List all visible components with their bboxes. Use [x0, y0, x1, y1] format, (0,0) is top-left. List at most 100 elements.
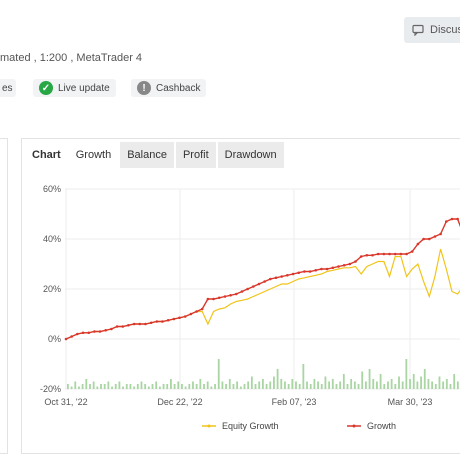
volume-bar: [276, 369, 279, 389]
growth-point: [149, 321, 153, 325]
volume-bar: [243, 384, 246, 389]
legend-label: Growth: [367, 421, 396, 431]
volume-bar: [74, 381, 77, 389]
volume-bar: [239, 386, 242, 389]
volume-bar: [250, 376, 253, 389]
volume-bar: [181, 384, 183, 389]
y-tick-label: -20%: [40, 384, 61, 394]
growth-point: [64, 337, 68, 341]
volume-bar: [291, 379, 294, 389]
tab-drawdown[interactable]: Drawdown: [217, 142, 284, 168]
volume-bar: [210, 386, 213, 389]
volume-bar: [449, 384, 452, 389]
volume-bar: [394, 384, 397, 389]
volume-bar: [217, 359, 220, 389]
volume-bar: [70, 386, 73, 389]
volume-bar: [140, 381, 143, 389]
growth-point: [427, 237, 431, 241]
volume-bar: [129, 384, 132, 389]
volume-bar: [320, 384, 323, 389]
volume-bar: [96, 386, 99, 389]
volume-bar: [372, 379, 375, 389]
growth-point: [161, 320, 164, 323]
volume-bar: [247, 381, 250, 389]
volume-bar: [81, 384, 84, 389]
volume-bar: [390, 379, 393, 389]
growth-point: [269, 277, 272, 281]
y-tick-label: 60%: [43, 184, 61, 194]
cashback-badge[interactable]: ! Cashback: [131, 79, 207, 97]
volume-bar: [295, 381, 297, 389]
growth-point: [246, 287, 249, 291]
volume-bar: [416, 381, 419, 389]
volume-bar: [107, 381, 110, 389]
volume-bar: [206, 381, 209, 389]
volume-bar: [379, 374, 382, 389]
volume-bar: [357, 384, 360, 389]
volume-bar: [144, 384, 147, 389]
volume-bar: [273, 376, 275, 389]
features-badge[interactable]: es: [0, 79, 16, 97]
volume-bar: [434, 384, 437, 389]
volume-bar: [280, 379, 283, 389]
volume-bar: [317, 381, 319, 389]
volume-bar: [111, 386, 113, 389]
tab-profit[interactable]: Profit: [175, 142, 216, 168]
legend-marker: [207, 424, 211, 428]
volume-bar: [361, 371, 364, 389]
growth-point: [110, 327, 113, 331]
volume-bar: [335, 384, 338, 389]
growth-point: [104, 328, 108, 332]
comment-icon: [412, 24, 424, 36]
growth-point: [422, 237, 425, 241]
volume-bar: [398, 376, 400, 389]
volume-bar: [166, 384, 169, 389]
growth-point: [359, 255, 363, 258]
volume-bar: [114, 384, 117, 389]
growth-point: [189, 312, 193, 316]
volume-bar: [85, 379, 88, 389]
growth-point: [166, 318, 170, 322]
volume-bar: [412, 374, 415, 389]
volume-bar: [376, 381, 378, 389]
growth-point: [286, 273, 289, 277]
volume-bar: [383, 384, 386, 389]
volume-bar: [225, 384, 227, 389]
volume-bar: [284, 381, 286, 389]
tab-growth[interactable]: Growth: [68, 142, 119, 168]
growth-point: [70, 335, 73, 338]
live-update-badge[interactable]: ✓ Live update: [33, 79, 116, 97]
growth-point: [354, 260, 357, 263]
growth-point: [331, 266, 335, 270]
volume-bar: [199, 379, 202, 389]
growth-point: [132, 322, 136, 326]
growth-point: [172, 317, 176, 321]
volume-bar: [192, 381, 194, 389]
growth-point: [257, 282, 261, 286]
growth-point: [410, 250, 414, 253]
volume-bar: [306, 381, 308, 389]
growth-point: [280, 275, 283, 278]
volume-bar: [188, 384, 191, 389]
volume-bar: [269, 381, 272, 389]
growth-point: [138, 322, 142, 326]
volume-bar: [287, 384, 290, 389]
volume-bar: [324, 376, 327, 389]
volume-bar: [214, 384, 216, 389]
growth-point: [348, 262, 352, 266]
growth-point: [195, 310, 198, 313]
volume-bar: [195, 384, 198, 389]
y-tick-label: 0%: [48, 334, 61, 344]
volume-bar: [158, 386, 161, 389]
tab-chart: Chart: [32, 149, 61, 161]
growth-point: [303, 270, 306, 273]
volume-bar: [228, 379, 231, 389]
discuss-button[interactable]: Discuss: [404, 17, 460, 43]
growth-point: [399, 252, 403, 256]
volume-bar: [67, 384, 69, 389]
y-tick-label: 40%: [43, 234, 61, 244]
growth-point: [127, 323, 130, 327]
growth-point: [371, 253, 374, 257]
volume-bar: [302, 364, 305, 389]
tab-balance[interactable]: Balance: [120, 142, 174, 168]
